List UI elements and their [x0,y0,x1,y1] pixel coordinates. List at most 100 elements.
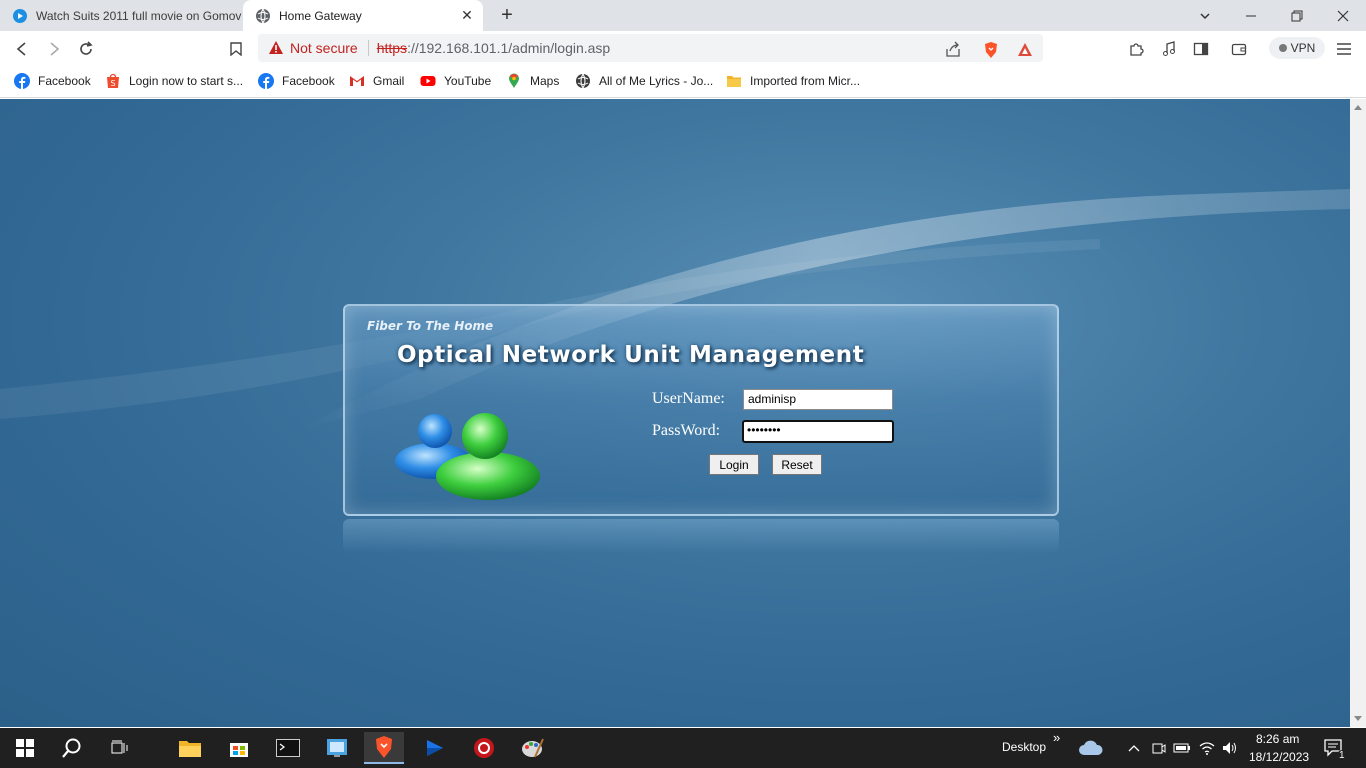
panel-subtitle: Fiber To The Home [367,319,494,333]
terminal-icon[interactable] [268,732,308,764]
bookmark-icon[interactable] [224,37,248,61]
maps-icon [509,73,519,88]
gomovies-icon [13,8,27,23]
app-red-icon[interactable] [464,732,504,764]
facebook-icon [258,73,274,89]
notification-count-badge: 1 [1337,750,1347,761]
show-hidden-icons[interactable] [1124,732,1144,764]
media-player-icon[interactable] [415,732,455,764]
tab-title: Home Gateway [279,8,362,23]
address-bar[interactable]: Not secure https://192.168.101.1/admin/l… [258,34,1043,62]
wifi-icon[interactable] [1197,732,1217,764]
url-path: ://192.168.101.1/admin/login.asp [407,40,611,56]
page-scrollbar[interactable] [1350,99,1366,727]
bookmark-gmail[interactable]: Gmail [349,71,404,91]
url-scheme: https [376,40,408,56]
toolbar-overflow-icon[interactable]: » [1053,730,1060,745]
scroll-up-icon[interactable] [1354,105,1362,110]
shop-icon: S [107,73,119,88]
close-window-icon[interactable] [1320,0,1366,31]
youtube-icon [420,76,436,86]
vpn-label: VPN [1290,41,1316,55]
users-icon [395,413,540,500]
tab-title: Watch Suits 2011 full movie on Gomov [36,8,242,23]
file-explorer-icon[interactable] [170,732,210,764]
volume-icon[interactable] [1220,732,1240,764]
tab-home-gateway[interactable]: Home Gateway ✕ [243,0,483,31]
battery-icon[interactable] [1172,732,1192,764]
panel-reflection [343,519,1059,553]
bookmark-label: YouTube [444,74,492,88]
bookmark-label: All of Me Lyrics - Jo... [599,74,714,88]
store-icon[interactable] [219,732,259,764]
tab-strip: Watch Suits 2011 full movie on Gomov Hom… [0,0,1366,31]
facebook-icon [14,73,30,89]
bookmark-label: Gmail [373,74,405,88]
folder-icon [727,76,741,87]
brave-shields-icon[interactable] [982,41,1000,59]
bookmark-facebook-2[interactable]: Facebook [258,71,335,91]
login-panel: Fiber To The Home Optical Network Unit M… [343,304,1059,516]
bookmark-folder-imported[interactable]: Imported from Micr... [726,71,860,91]
forward-icon[interactable] [42,37,66,61]
reset-button[interactable]: Reset [772,454,822,475]
windows-taskbar: Desktop » 8:26 am 18/12/2023 1 [0,728,1366,768]
start-icon[interactable] [5,732,45,764]
password-field[interactable]: •••••••• [742,420,894,443]
desktop-toolbar-label[interactable]: Desktop [1002,740,1046,754]
bookmark-maps[interactable]: Maps [506,71,559,91]
svg-text:S: S [110,79,115,88]
security-status[interactable]: Not secure [290,40,358,56]
password-label: PassWord: [652,422,721,439]
search-icon[interactable] [52,732,92,764]
task-view-icon[interactable] [100,732,140,764]
login-page-background: Fiber To The Home Optical Network Unit M… [0,99,1350,727]
new-tab-button[interactable]: + [496,4,518,26]
username-field[interactable]: adminisp [743,389,893,410]
username-label: UserName: [652,390,725,407]
reload-icon[interactable] [74,37,98,61]
clock-time[interactable]: 8:26 am [1256,732,1299,746]
brave-rewards-icon[interactable] [1016,41,1034,59]
page-title: Optical Network Unit Management [397,342,865,368]
globe-icon [576,73,590,89]
minimize-icon[interactable] [1228,0,1274,31]
omnibox-divider [367,40,369,56]
clock-date[interactable]: 18/12/2023 [1249,750,1309,764]
scroll-down-icon[interactable] [1354,716,1362,721]
bookmark-label: Login now to start s... [129,74,244,88]
sidebar-icon[interactable] [1191,39,1211,59]
close-tab-icon[interactable]: ✕ [459,7,475,23]
vpn-button[interactable]: VPN [1269,37,1325,59]
bookmark-label: Maps [530,74,560,88]
brave-browser-icon[interactable] [364,732,404,764]
menu-icon[interactable] [1334,39,1354,59]
login-button[interactable]: Login [709,454,759,475]
gmail-icon [350,76,364,86]
bookmark-login-shop[interactable]: S Login now to start s... [105,71,243,91]
bookmark-label: Facebook [282,74,335,88]
tab-watch-suits[interactable]: Watch Suits 2011 full movie on Gomov [0,0,242,31]
bookmark-label: Facebook [38,74,91,88]
browser-toolbar: Not secure https://192.168.101.1/admin/l… [0,31,1366,66]
wallet-icon[interactable] [1229,39,1249,59]
bookmark-label: Imported from Micr... [750,74,861,88]
control-panel-icon[interactable] [317,732,357,764]
warning-icon [269,41,283,54]
bookmark-youtube[interactable]: YouTube [420,71,491,91]
back-icon[interactable] [10,37,34,61]
extensions-icon[interactable] [1126,39,1146,59]
tab-search-icon[interactable] [1182,0,1228,31]
music-icon[interactable] [1159,39,1179,59]
url-text[interactable]: https://192.168.101.1/admin/login.asp [377,40,611,56]
bookmarks-bar: Facebook S Login now to start s... Faceb… [0,66,1366,98]
bookmark-facebook[interactable]: Facebook [14,71,91,91]
restore-icon[interactable] [1274,0,1320,31]
globe-icon [256,8,270,23]
share-icon[interactable] [944,41,962,59]
paint-icon[interactable] [513,732,553,764]
bookmark-lyrics[interactable]: All of Me Lyrics - Jo... [575,71,713,91]
vpn-status-icon [1278,44,1287,52]
meet-now-icon[interactable] [1149,732,1169,764]
onedrive-icon[interactable] [1071,732,1111,764]
